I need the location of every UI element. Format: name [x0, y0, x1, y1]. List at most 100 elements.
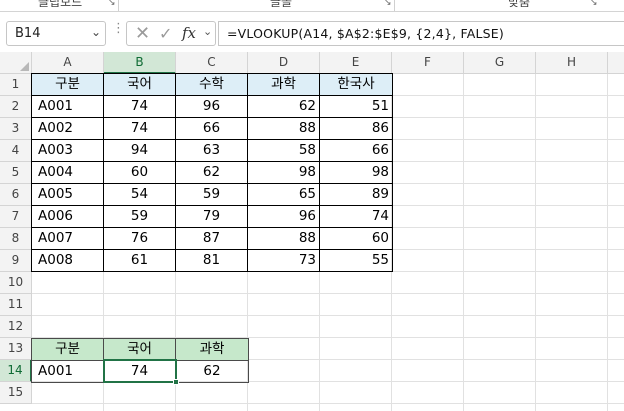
fill-handle[interactable] [173, 379, 179, 385]
ribbon-group-strip: 클립보드 ↘ 글꼴 ↘ 맞춤 ↘ [0, 0, 624, 12]
column-header-a[interactable]: A [32, 52, 104, 74]
insert-function-icon[interactable]: fx [182, 24, 196, 42]
table-cell[interactable]: A003 [32, 140, 104, 162]
table-cell[interactable]: 96 [248, 206, 320, 228]
column-header-f[interactable]: F [392, 52, 464, 74]
row-header-9[interactable]: 9 [0, 250, 32, 272]
table-cell[interactable]: 63 [176, 140, 248, 162]
ribbon-separator [394, 0, 395, 11]
column-header-h[interactable]: H [536, 52, 608, 74]
alignment-launcher-icon[interactable]: ↘ [590, 0, 598, 8]
ribbon-group-alignment: 맞춤 [508, 0, 531, 9]
table-header-cell[interactable]: 한국사 [320, 74, 393, 96]
formula-buttons: ✕ ✓ fx ⌄ [126, 21, 216, 46]
row-header-5[interactable]: 5 [0, 162, 32, 184]
table-cell[interactable]: 54 [104, 184, 176, 206]
table-cell[interactable]: A005 [32, 184, 104, 206]
table-cell[interactable]: 94 [104, 140, 176, 162]
table-cell[interactable]: A002 [32, 118, 104, 140]
formula-text: =VLOOKUP(A14, $A$2:$E$9, {2,4}, FALSE) [227, 26, 504, 41]
column-header-d[interactable]: D [248, 52, 320, 74]
column-header-i[interactable] [608, 52, 624, 74]
row-header-8[interactable]: 8 [0, 228, 32, 250]
clipboard-launcher-icon[interactable]: ↘ [108, 0, 116, 8]
table-cell[interactable]: 61 [104, 250, 176, 272]
row-header-15[interactable]: 15 [0, 382, 32, 404]
table-cell[interactable]: A006 [32, 206, 104, 228]
table-cell[interactable]: 74 [104, 118, 176, 140]
table-cell[interactable]: 66 [320, 140, 393, 162]
table-cell[interactable]: 86 [320, 118, 393, 140]
row-header-11[interactable]: 11 [0, 294, 32, 316]
enter-icon[interactable]: ✓ [159, 24, 172, 43]
table-header-cell[interactable]: 과학 [248, 74, 320, 96]
table-cell[interactable]: 87 [176, 228, 248, 250]
column-header-b[interactable]: B [104, 52, 176, 74]
table-cell[interactable]: 62 [176, 162, 248, 184]
table-cell[interactable]: 98 [248, 162, 320, 184]
table-cell[interactable]: 59 [176, 184, 248, 206]
table-cell[interactable]: 76 [104, 228, 176, 250]
table-cell[interactable]: 88 [248, 118, 320, 140]
table-cell[interactable]: A004 [32, 162, 104, 184]
row-header-3[interactable]: 3 [0, 118, 32, 140]
font-launcher-icon[interactable]: ↘ [384, 0, 392, 8]
table-cell[interactable]: 96 [176, 96, 248, 118]
table-header-cell[interactable]: 구분 [32, 74, 104, 96]
select-all-icon [20, 62, 29, 71]
table-header-cell[interactable]: 수학 [176, 74, 248, 96]
table-cell[interactable]: 79 [176, 206, 248, 228]
table-cell[interactable]: A008 [32, 250, 104, 272]
chevron-down-icon[interactable]: ⌄ [91, 25, 101, 39]
table-cell[interactable]: 51 [320, 96, 393, 118]
table-header-cell[interactable]: 국어 [104, 74, 176, 96]
formula-bar: B14 ⌄ ⋮ ✕ ✓ fx ⌄ =VLOOKUP(A14, $A$2:$E$9… [0, 12, 624, 52]
chevron-down-icon[interactable]: ⌄ [203, 25, 212, 38]
lookup-result-cell[interactable]: 62 [176, 361, 249, 383]
lookup-header-cell[interactable]: 과학 [176, 339, 249, 361]
table-cell[interactable]: 55 [320, 250, 393, 272]
row-header-12[interactable]: 12 [0, 316, 32, 338]
table-cell[interactable]: 62 [248, 96, 320, 118]
lookup-table: 구분 국어 과학 A001 74 62 [31, 338, 249, 383]
row-header-14[interactable]: 14 [0, 360, 32, 382]
table-cell[interactable]: 59 [104, 206, 176, 228]
table-cell[interactable]: 81 [176, 250, 248, 272]
table-cell[interactable]: 60 [104, 162, 176, 184]
cancel-icon[interactable]: ✕ [135, 23, 150, 44]
formula-input[interactable]: =VLOOKUP(A14, $A$2:$E$9, {2,4}, FALSE) [218, 21, 624, 46]
lookup-header-cell[interactable]: 구분 [32, 339, 104, 361]
row-header-2[interactable]: 2 [0, 96, 32, 118]
table-cell[interactable]: A001 [32, 96, 104, 118]
row-header-4[interactable]: 4 [0, 140, 32, 162]
ribbon-separator [118, 0, 119, 11]
table-cell[interactable]: 89 [320, 184, 393, 206]
lookup-header-cell[interactable]: 국어 [104, 339, 176, 361]
row-header-10[interactable]: 10 [0, 272, 32, 294]
row-header-1[interactable]: 1 [0, 74, 32, 96]
lookup-result-cell[interactable]: 74 [104, 361, 176, 383]
table-cell[interactable]: 74 [104, 96, 176, 118]
select-all-button[interactable] [0, 52, 32, 74]
row-header-13[interactable]: 13 [0, 338, 32, 360]
name-box-value: B14 [15, 26, 41, 41]
column-header-c[interactable]: C [176, 52, 248, 74]
table-cell[interactable]: 65 [248, 184, 320, 206]
ribbon-group-clipboard: 클립보드 [38, 0, 83, 9]
table-cell[interactable]: 88 [248, 228, 320, 250]
table-cell[interactable]: 66 [176, 118, 248, 140]
table-cell[interactable]: 74 [320, 206, 393, 228]
lookup-key-cell[interactable]: A001 [32, 361, 104, 383]
column-header-g[interactable]: G [464, 52, 536, 74]
table-cell[interactable]: 73 [248, 250, 320, 272]
table-cell[interactable]: 58 [248, 140, 320, 162]
table-cell[interactable]: A007 [32, 228, 104, 250]
column-header-e[interactable]: E [320, 52, 392, 74]
table-cell[interactable]: 60 [320, 228, 393, 250]
resize-handle-icon[interactable]: ⋮ [112, 22, 125, 35]
name-box[interactable]: B14 ⌄ [6, 21, 106, 46]
main-table: 구분 국어 수학 과학 한국사 A001 74 96 62 51 A002 74… [31, 73, 393, 272]
table-cell[interactable]: 98 [320, 162, 393, 184]
row-header-6[interactable]: 6 [0, 184, 32, 206]
row-header-7[interactable]: 7 [0, 206, 32, 228]
